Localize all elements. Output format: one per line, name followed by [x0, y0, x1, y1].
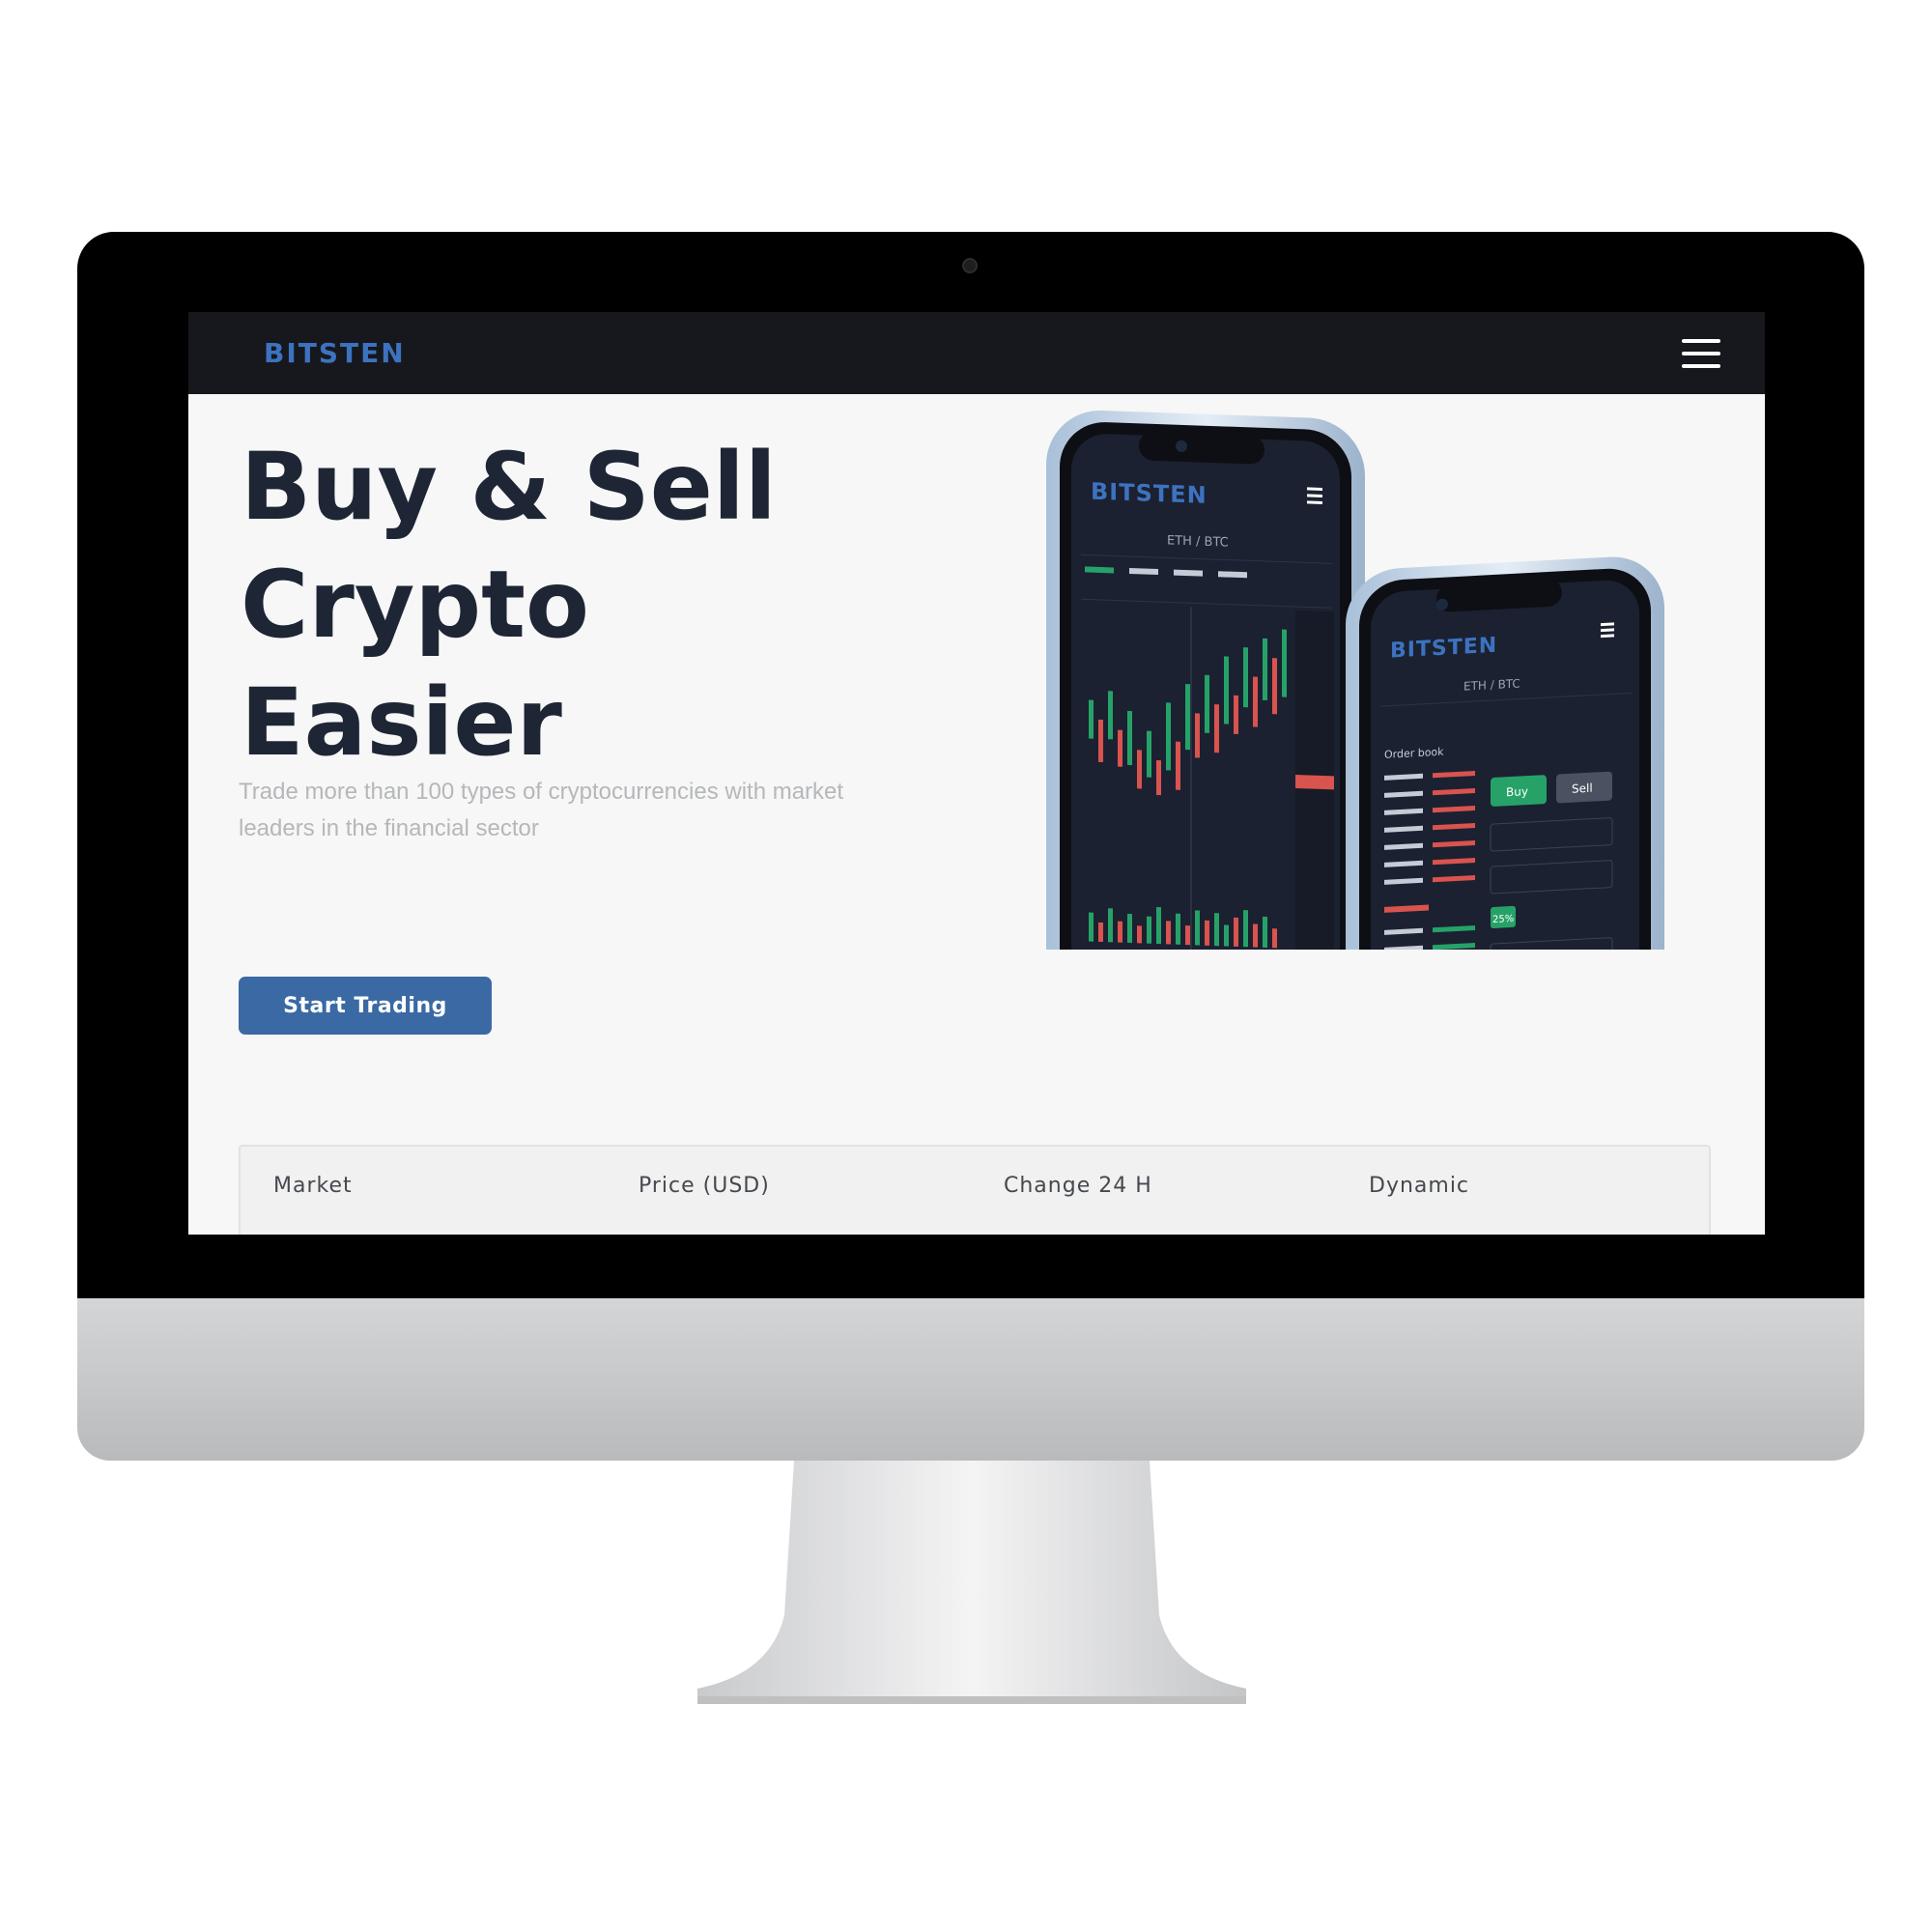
hero-title-line-3: Easier — [241, 668, 562, 777]
phone-sell-button: Sell — [1572, 781, 1593, 796]
phone-percent-badge: 25% — [1492, 914, 1514, 925]
column-header-dynamic[interactable]: Dynamic — [1369, 1174, 1469, 1198]
phone-brand-back: BITSTEN — [1091, 478, 1208, 509]
website-screen: BITSTEN Buy & Sell Crypto Easier Trade m… — [188, 312, 1765, 1235]
hero-title-line-1: Buy & Sell — [241, 433, 777, 541]
brand-logo[interactable]: BITSTEN — [264, 337, 406, 369]
hero-title-line-2: Crypto — [241, 551, 589, 659]
column-header-change[interactable]: Change 24 H — [1004, 1174, 1152, 1198]
imac-chin — [77, 1298, 1864, 1461]
imac-stand — [697, 1461, 1246, 1704]
hamburger-menu-icon[interactable] — [1682, 339, 1720, 368]
navbar: BITSTEN — [188, 312, 1765, 394]
phone-front: BITSTEN ETH / BTC Order book Buy Sell 25… — [1346, 556, 1664, 950]
phone-buy-button: Buy — [1506, 784, 1528, 799]
column-header-price[interactable]: Price (USD) — [639, 1174, 770, 1198]
market-table-header: Market Price (USD) Change 24 H Dynamic — [239, 1145, 1711, 1235]
column-header-market[interactable]: Market — [273, 1174, 353, 1198]
hero-subtitle: Trade more than 100 types of cryptocurre… — [239, 779, 844, 841]
camera-icon — [962, 258, 978, 273]
start-trading-button[interactable]: Start Trading — [239, 977, 492, 1035]
phone-pair-back: ETH / BTC — [1167, 533, 1229, 550]
phone-back: BITSTEN ETH / BTC — [1046, 410, 1365, 950]
phone-mockups-image: BITSTEN ETH / BTC BITSTEN ETH / BTC Orde… — [1046, 410, 1664, 950]
hero-title: Buy & Sell Crypto Easier — [241, 428, 777, 781]
